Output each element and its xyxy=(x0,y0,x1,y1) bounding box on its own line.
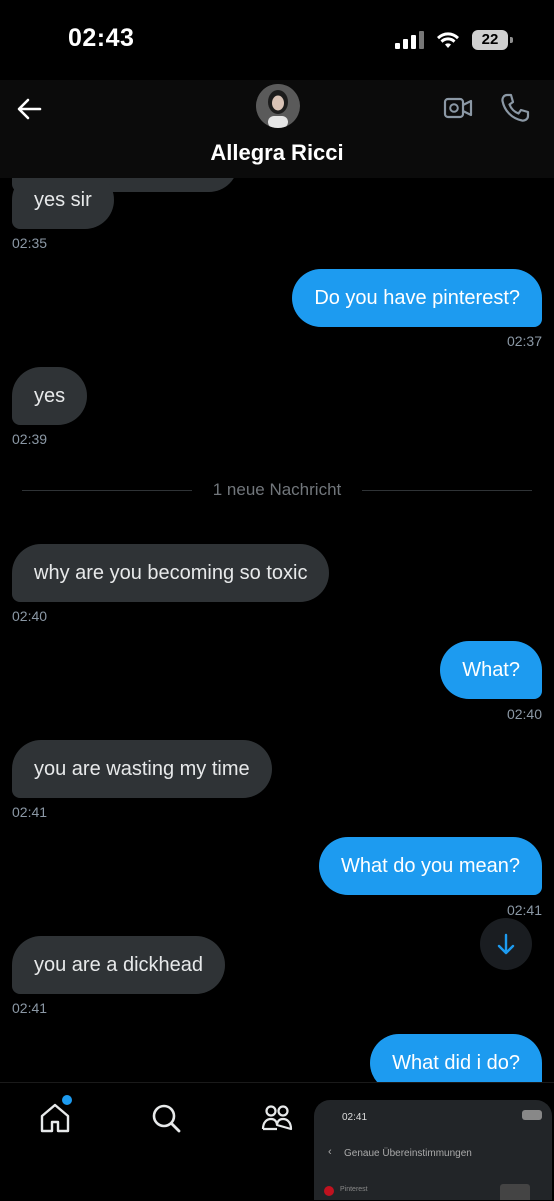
message-bubble-sent[interactable]: What? xyxy=(440,641,542,699)
avatar[interactable] xyxy=(256,84,300,128)
message-bubble-received[interactable]: you are wasting my time xyxy=(12,740,272,798)
preview-chevron-left-icon: ‹ xyxy=(328,1146,332,1158)
phone-call-icon[interactable] xyxy=(499,92,531,124)
message-bubble-received[interactable]: why are you becoming so toxic xyxy=(12,544,330,602)
message-bubble-sent[interactable]: Do you have pinterest? xyxy=(292,269,542,327)
preview-time: 02:41 xyxy=(342,1112,368,1123)
conversation-header: Allegra Ricci xyxy=(0,80,554,178)
message-timestamp: 02:41 xyxy=(506,902,542,918)
preview-subtitle: Pinterest xyxy=(340,1186,368,1193)
message-timestamp: 02:41 xyxy=(12,1000,48,1016)
preview-battery-icon xyxy=(522,1110,542,1120)
message-bubble-sent[interactable]: What do you mean? xyxy=(319,837,542,895)
home-notification-dot xyxy=(62,1095,72,1105)
message-timestamp: 02:37 xyxy=(506,333,542,349)
message-bubble-sent[interactable]: What did i do? xyxy=(370,1034,542,1082)
message-timestamp: 02:39 xyxy=(12,431,48,447)
home-icon[interactable] xyxy=(38,1101,72,1135)
search-icon[interactable] xyxy=(149,1101,183,1135)
pinterest-icon xyxy=(324,1186,334,1196)
app-switch-preview[interactable]: 02:41 ‹ Genaue Übereinstimmungen Pintere… xyxy=(314,1100,552,1200)
message-timestamp: 02:40 xyxy=(12,608,48,624)
message-timestamp: 02:41 xyxy=(12,804,48,820)
video-call-icon[interactable] xyxy=(442,94,474,122)
new-messages-label: 1 neue Nachricht xyxy=(212,480,342,499)
contact-name[interactable]: Allegra Ricci xyxy=(0,140,554,166)
message-timestamp: 02:35 xyxy=(12,235,48,251)
message-timestamp: 02:40 xyxy=(506,706,542,722)
message-bubble-received[interactable]: yes xyxy=(12,367,88,425)
preview-title: Genaue Übereinstimmungen xyxy=(344,1148,472,1159)
status-bar: 02:43 22 xyxy=(0,0,554,80)
status-time: 02:43 xyxy=(68,24,135,52)
message-list[interactable]: yes sir 02:35 Do you have pinterest? 02:… xyxy=(0,178,554,1082)
arrow-down-icon xyxy=(497,933,515,955)
battery-icon: 22 xyxy=(472,30,513,50)
scroll-to-bottom-button[interactable] xyxy=(480,918,532,970)
preview-thumbnail xyxy=(500,1184,530,1200)
status-icons: 22 xyxy=(395,30,513,50)
message-bubble-received[interactable]: you are a dickhead xyxy=(12,936,226,994)
wifi-icon xyxy=(437,32,459,48)
back-arrow-icon[interactable] xyxy=(14,94,44,124)
new-messages-divider: 1 neue Nachricht xyxy=(22,480,532,500)
message-bubble-received[interactable]: yes sir xyxy=(12,178,114,229)
communities-icon[interactable] xyxy=(260,1101,294,1135)
signal-icon xyxy=(395,31,424,49)
